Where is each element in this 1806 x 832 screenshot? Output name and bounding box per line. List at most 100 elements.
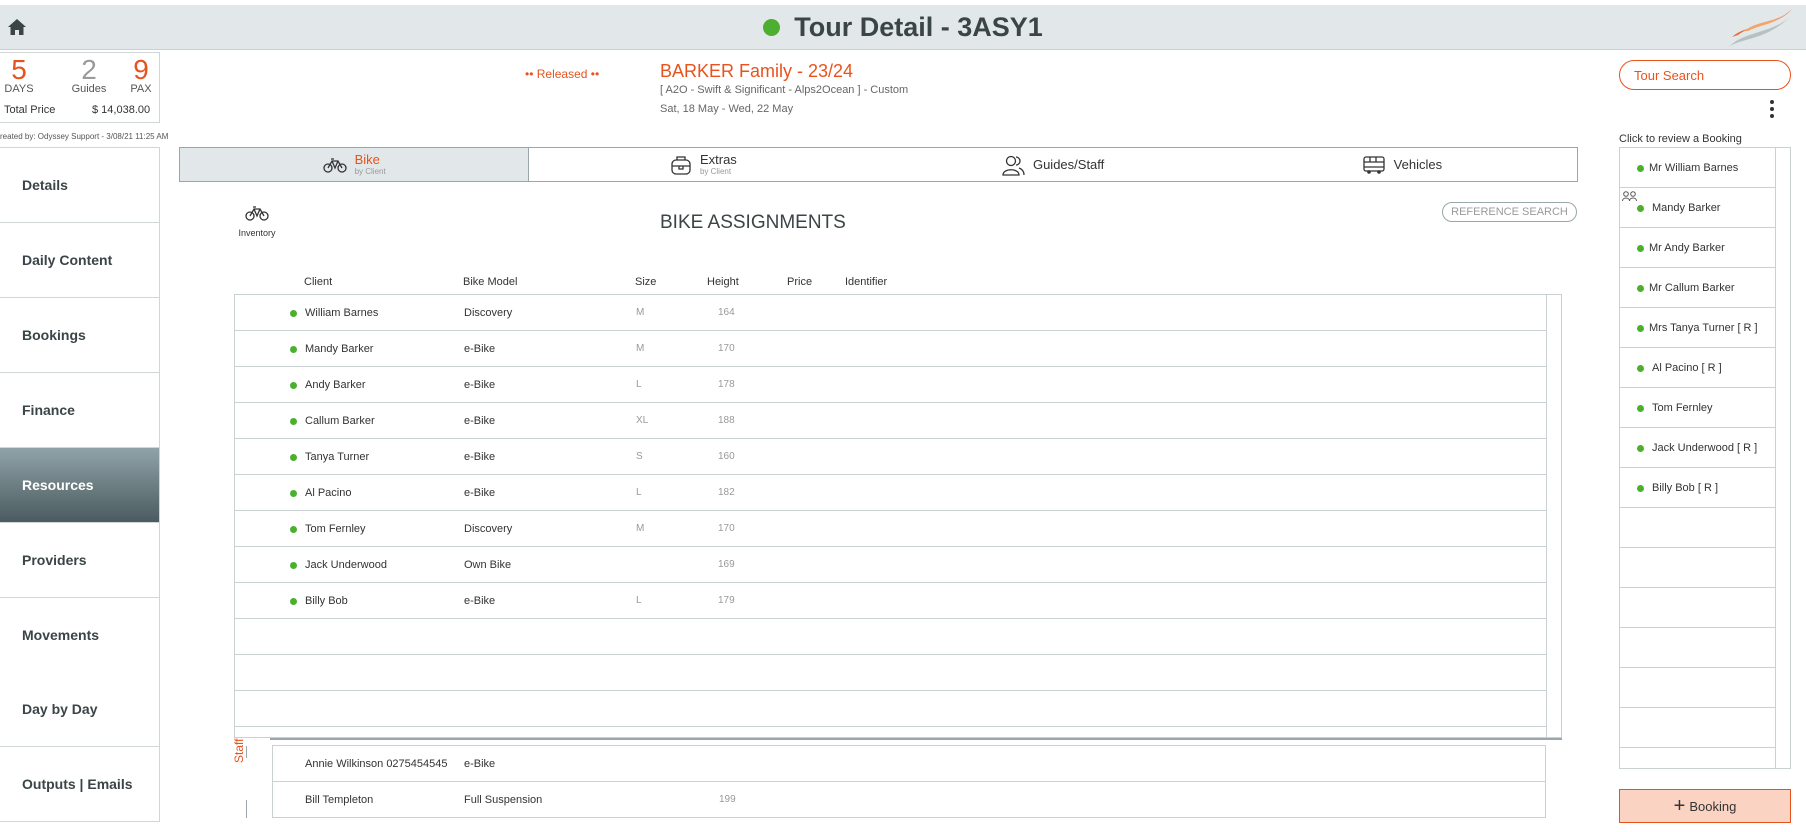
booking-item[interactable]: Jack Underwood [ R ] bbox=[1620, 428, 1776, 468]
nav-item-providers[interactable]: Providers bbox=[0, 523, 159, 598]
nav-item-label: Day by Day bbox=[22, 701, 98, 717]
nav-item-outputs-emails[interactable]: Outputs | Emails bbox=[0, 747, 159, 822]
nav-item-day-by-day[interactable]: Day by Day bbox=[0, 672, 159, 747]
inventory-button[interactable]: Inventory bbox=[238, 205, 276, 238]
table-row[interactable]: Mandy Barker e-Bike M 170 bbox=[235, 331, 1547, 367]
cell-client: Callum Barker bbox=[305, 415, 375, 427]
more-options-icon[interactable] bbox=[1768, 100, 1776, 120]
cell-size[interactable]: M bbox=[636, 523, 644, 534]
tab-vehicles[interactable]: Vehicles bbox=[1228, 148, 1577, 181]
status-dot bbox=[290, 526, 297, 533]
cell-height[interactable]: 160 bbox=[718, 451, 735, 462]
cell-bike-model[interactable]: Own Bike bbox=[464, 559, 511, 571]
cell-bike-model[interactable]: Discovery bbox=[464, 307, 512, 319]
cell-size[interactable]: S bbox=[636, 451, 643, 462]
cell-height[interactable]: 182 bbox=[718, 487, 735, 498]
booking-item[interactable]: Mandy Barker bbox=[1620, 188, 1776, 228]
table-row[interactable]: Callum Barker e-Bike XL 188 bbox=[235, 403, 1547, 439]
nav-item-label: Movements bbox=[22, 627, 100, 643]
status-dot bbox=[290, 598, 297, 605]
cell-bike-model[interactable]: e-Bike bbox=[464, 343, 495, 355]
tab-extras[interactable]: Extras by Client bbox=[529, 148, 878, 181]
status-dot bbox=[290, 382, 297, 389]
cell-size[interactable]: XL bbox=[636, 415, 648, 426]
nav-item-details[interactable]: Details bbox=[0, 148, 159, 223]
booking-name: Tom Fernley bbox=[1652, 402, 1713, 414]
status-dot bbox=[290, 310, 297, 317]
nav-item-label: Resources bbox=[22, 477, 94, 493]
staff-table: Annie Wilkinson 0275454545 e-Bike Bill T… bbox=[272, 745, 1546, 818]
section-heading: BIKE ASSIGNMENTS bbox=[660, 212, 846, 233]
empty-booking-slot bbox=[1620, 628, 1776, 668]
table-row[interactable]: Andy Barker e-Bike L 178 bbox=[235, 367, 1547, 403]
booking-item[interactable]: Mr William Barnes bbox=[1620, 148, 1776, 188]
cell-size[interactable]: L bbox=[636, 487, 642, 498]
cell-client: William Barnes bbox=[305, 307, 379, 319]
cell-height[interactable]: 164 bbox=[718, 307, 735, 318]
cell-height[interactable]: 199 bbox=[719, 794, 736, 805]
booking-item[interactable]: Billy Bob [ R ] bbox=[1620, 468, 1776, 508]
guides-stat: 2 Guides bbox=[68, 53, 110, 95]
booking-item[interactable]: Mr Callum Barker bbox=[1620, 268, 1776, 308]
tab-bike[interactable]: Bike by Client bbox=[180, 148, 530, 181]
cell-bike-model[interactable]: e-Bike bbox=[464, 415, 495, 427]
table-row[interactable]: Tom Fernley Discovery M 170 bbox=[235, 511, 1547, 547]
table-row[interactable]: Al Pacino e-Bike L 182 bbox=[235, 475, 1547, 511]
cell-bike-model[interactable]: Discovery bbox=[464, 523, 512, 535]
total-price-value: $ 14,038.00 bbox=[92, 104, 151, 116]
cell-client: Jack Underwood bbox=[305, 559, 387, 571]
cell-height[interactable]: 178 bbox=[718, 379, 735, 390]
cell-size[interactable]: L bbox=[636, 595, 642, 606]
nav-item-bookings[interactable]: Bookings bbox=[0, 298, 159, 373]
cell-bike-model[interactable]: e-Bike bbox=[464, 379, 495, 391]
cell-height[interactable]: 170 bbox=[718, 343, 735, 354]
col-header-size: Size bbox=[635, 276, 657, 288]
booking-item[interactable]: Al Pacino [ R ] bbox=[1620, 348, 1776, 388]
tour-search-input[interactable]: Tour Search bbox=[1619, 60, 1791, 90]
cell-size[interactable]: L bbox=[636, 379, 642, 390]
cell-bike-model[interactable]: Full Suspension bbox=[464, 794, 542, 806]
booking-item[interactable]: Tom Fernley bbox=[1620, 388, 1776, 428]
add-booking-button[interactable]: + Booking bbox=[1619, 789, 1791, 823]
table-row[interactable]: Billy Bob e-Bike L 179 bbox=[235, 583, 1547, 619]
staff-row[interactable]: Annie Wilkinson 0275454545 e-Bike bbox=[273, 746, 1545, 782]
nav-item-daily-content[interactable]: Daily Content bbox=[0, 223, 159, 298]
cell-bike-model[interactable]: e-Bike bbox=[464, 758, 495, 770]
cell-height[interactable]: 169 bbox=[718, 559, 735, 570]
staff-row[interactable]: Bill Templeton Full Suspension 199 bbox=[273, 782, 1545, 818]
bike-assignments-table: William Barnes Discovery M 164 Mandy Bar… bbox=[234, 294, 1562, 738]
cell-client: Tanya Turner bbox=[305, 451, 370, 463]
booking-name: Mandy Barker bbox=[1652, 202, 1721, 214]
booking-name: Al Pacino [ R ] bbox=[1652, 362, 1722, 374]
tab-guides-staff[interactable]: Guides/Staff bbox=[879, 148, 1228, 181]
cell-bike-model[interactable]: e-Bike bbox=[464, 451, 495, 463]
bike-icon bbox=[322, 157, 347, 173]
cell-height[interactable]: 188 bbox=[718, 415, 735, 426]
nav-item-resources[interactable]: Resources bbox=[0, 448, 159, 523]
empty-booking-slot bbox=[1620, 588, 1776, 628]
cell-size[interactable]: M bbox=[636, 307, 644, 318]
home-icon[interactable] bbox=[7, 17, 27, 37]
cell-height[interactable]: 179 bbox=[718, 595, 735, 606]
status-dot bbox=[290, 346, 297, 353]
table-row[interactable]: Jack Underwood Own Bike 169 bbox=[235, 547, 1547, 583]
nav-item-movements[interactable]: Movements bbox=[0, 598, 159, 673]
booking-name: Jack Underwood [ R ] bbox=[1652, 442, 1758, 454]
reference-search-button[interactable]: REFERENCE SEARCH bbox=[1442, 202, 1577, 222]
cell-size[interactable]: M bbox=[636, 343, 644, 354]
tab-label: Extras bbox=[699, 152, 737, 167]
bag-icon bbox=[671, 155, 691, 175]
table-row[interactable]: William Barnes Discovery M 164 bbox=[235, 295, 1547, 331]
cell-bike-model[interactable]: e-Bike bbox=[464, 595, 495, 607]
cell-bike-model[interactable]: e-Bike bbox=[464, 487, 495, 499]
header-bar: Tour Detail - 3ASY1 bbox=[0, 5, 1806, 50]
status-dot bbox=[290, 490, 297, 497]
status-dot bbox=[290, 454, 297, 461]
cell-height[interactable]: 170 bbox=[718, 523, 735, 534]
nav-item-finance[interactable]: Finance bbox=[0, 373, 159, 448]
side-nav: Details Daily Content Bookings Finance R… bbox=[0, 147, 160, 822]
table-row[interactable]: Tanya Turner e-Bike S 160 bbox=[235, 439, 1547, 475]
booking-item[interactable]: Mrs Tanya Turner [ R ] bbox=[1620, 308, 1776, 348]
status-dot bbox=[1637, 325, 1644, 332]
booking-item[interactable]: Mr Andy Barker bbox=[1620, 228, 1776, 268]
